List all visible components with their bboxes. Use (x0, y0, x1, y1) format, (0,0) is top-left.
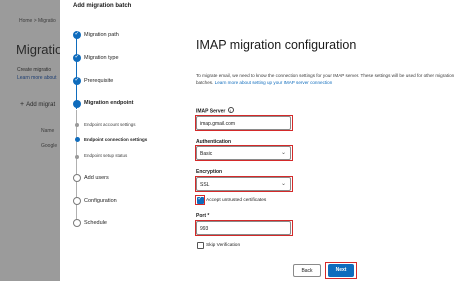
encryption-value: SSL (200, 181, 210, 188)
substep-endpoint-setup-status[interactable]: Endpoint setup status (84, 153, 127, 158)
step-pending-icon (73, 197, 81, 205)
step-schedule[interactable]: Schedule (84, 220, 107, 226)
description-text: Create migratio (17, 67, 52, 73)
learn-more-link: Learn more about (17, 75, 57, 81)
breadcrumb: Home > Migratio (19, 18, 56, 24)
step-configuration[interactable]: Configuration (84, 198, 117, 204)
step-done-icon (73, 30, 81, 39)
step-pending-icon (73, 174, 81, 182)
substep-dot (75, 123, 79, 127)
form-content: IMAP migration configuration To migrate … (195, 0, 466, 281)
background-page: Home > Migratio Migratio Create migratio… (0, 0, 60, 281)
authentication-value: Basic (200, 150, 213, 157)
step-done-icon (73, 53, 81, 62)
next-button[interactable]: Next (328, 264, 354, 277)
add-migration-button: + Add migrat (20, 101, 55, 108)
imap-server-label: IMAP Server i (196, 107, 234, 115)
page-title: Migratio (16, 42, 60, 57)
substep-endpoint-account-settings[interactable]: Endpoint account settings (84, 122, 136, 127)
step-prerequisite[interactable]: Prerequisite (84, 78, 113, 84)
step-migration-type[interactable]: Migration type (84, 55, 119, 61)
substep-endpoint-connection-settings[interactable]: Endpoint connection settings (84, 137, 147, 142)
back-button[interactable]: Back (293, 264, 321, 277)
encryption-label: Encryption (196, 169, 223, 175)
column-header-name: Name (41, 128, 55, 134)
step-current-icon (73, 100, 81, 108)
plus-icon: + (20, 101, 25, 108)
table-row: Google (41, 143, 58, 149)
chevron-down-icon: ⌄ (280, 149, 286, 156)
info-icon[interactable]: i (227, 107, 234, 113)
page-description: Create migratio Learn more about (17, 66, 56, 82)
add-migration-label: Add migrat (26, 102, 56, 108)
chevron-down-icon: ⌄ (280, 180, 286, 187)
form-heading: IMAP migration configuration (196, 38, 357, 52)
skip-verification-label: Skip Verification (206, 243, 241, 248)
imap-server-input[interactable]: imap.gmail.com (196, 116, 291, 130)
learn-more-imap-link[interactable]: Learn more about setting up your IMAP se… (215, 80, 333, 85)
substep-current-dot (74, 137, 80, 142)
imap-server-label-text: IMAP Server (196, 108, 226, 115)
progress-line-pending (76, 110, 78, 225)
step-migration-path[interactable]: Migration path (84, 32, 119, 38)
wizard-stepper: Migration path Migration type Prerequisi… (60, 0, 180, 281)
accept-untrusted-certificates-checkbox[interactable] (196, 195, 204, 204)
migration-panel: Add migration batch Migration path Migra… (60, 0, 474, 281)
intro-text: To migrate email, we need to know the co… (196, 72, 466, 86)
authentication-select[interactable]: Basic ⌄ (196, 146, 291, 160)
port-input[interactable]: 993 (196, 221, 291, 235)
substep-dot (75, 155, 79, 159)
step-done-icon (73, 76, 81, 85)
encryption-select[interactable]: SSL ⌄ (196, 177, 291, 191)
step-migration-endpoint[interactable]: Migration endpoint (84, 100, 134, 106)
port-label: Port * (196, 213, 210, 219)
step-add-users[interactable]: Add users (84, 175, 109, 181)
accept-untrusted-certificates-label: Accept untrusted certificates (206, 198, 267, 203)
progress-line-done (76, 36, 78, 109)
step-pending-icon (73, 219, 81, 227)
skip-verification-checkbox[interactable] (196, 241, 204, 249)
